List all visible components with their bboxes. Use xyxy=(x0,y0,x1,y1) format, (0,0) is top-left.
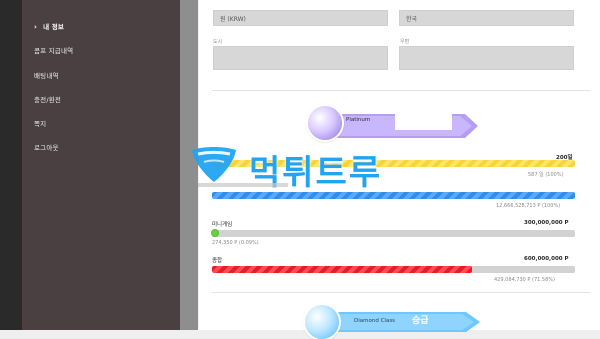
sidebar-item-label: 배팅내역 xyxy=(34,72,59,80)
next-tier-ribbon-text: Diamond Class 승급 xyxy=(316,310,486,334)
zip-field[interactable] xyxy=(399,46,574,70)
meter-total-fill xyxy=(212,266,472,273)
next-tier-action[interactable]: 승급 xyxy=(412,313,429,326)
city-field[interactable] xyxy=(213,46,388,70)
meter-minigame-label: 미니게임 xyxy=(212,222,233,228)
meter-minigame-bar xyxy=(212,230,575,237)
sidebar-item-betting-history[interactable]: 배팅내역 xyxy=(34,70,59,80)
chevron-right-icon: › xyxy=(34,23,38,31)
sidebar-item-label: 충전/환전 xyxy=(34,96,62,104)
left-edge-rail xyxy=(0,0,22,330)
sidebar-item-my-info[interactable]: › 내 정보 xyxy=(34,21,64,31)
divider xyxy=(212,292,590,293)
divider xyxy=(212,90,590,91)
city-label: 도시 xyxy=(213,39,223,45)
sidebar-item-label: 콤프 지급내역 xyxy=(34,47,74,55)
tier-redacted-box xyxy=(395,112,452,130)
sidebar-item-comp-history[interactable]: 콤프 지급내역 xyxy=(34,45,73,55)
next-tier-name: Diamond Class xyxy=(354,318,396,324)
meter-total-target: 600,000,000 P xyxy=(524,256,569,262)
meter-minigame-target: 300,000,000 P xyxy=(524,220,569,226)
watermark-logo-icon xyxy=(192,147,236,182)
tier-ribbon-text: Platinum xyxy=(310,110,480,130)
watermark-underline xyxy=(198,183,288,187)
sidebar-item-deposit-withdraw[interactable]: 충전/환전 xyxy=(34,94,61,104)
sidebar-item-logout[interactable]: 로그아웃 xyxy=(34,142,59,152)
tier-name: Platinum xyxy=(346,117,371,123)
meter-days-sub: 587 일 (100%) xyxy=(528,172,564,178)
sidebar-item-messages[interactable]: 쪽지 xyxy=(34,118,46,128)
sidebar-item-label: 쪽지 xyxy=(34,120,47,128)
zip-label: 우편 xyxy=(400,39,410,45)
meter-total-bar xyxy=(212,266,575,273)
sidebar-item-label: 내 정보 xyxy=(43,23,65,31)
meter-total-label: 종합 xyxy=(212,258,223,264)
meter-minigame-sub: 274,350 P (0.09%) xyxy=(212,240,259,246)
meter-total-sub: 429,084,730 P (71.58%) xyxy=(494,277,555,283)
meter-points-sub: 12,666,528,713 P (100%) xyxy=(496,203,561,209)
currency-field[interactable]: 원 (KRW) xyxy=(213,10,388,26)
sidebar: › 내 정보 콤프 지급내역 배팅내역 충전/환전 쪽지 로그아웃 xyxy=(22,0,180,330)
country-field[interactable]: 한국 xyxy=(399,10,574,26)
meter-minigame-fill xyxy=(211,229,219,237)
sidebar-item-label: 로그아웃 xyxy=(34,144,59,152)
